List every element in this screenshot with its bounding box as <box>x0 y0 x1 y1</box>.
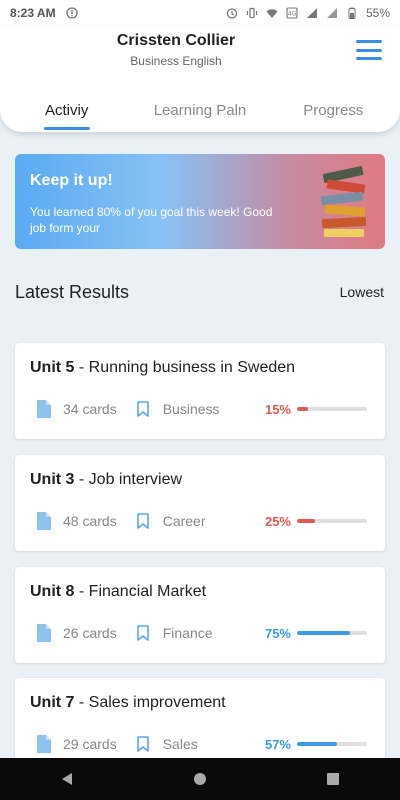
unit-name: - Financial Market <box>74 583 207 600</box>
banner-message: You learned 80% of you goal this week! G… <box>30 205 273 235</box>
result-card[interactable]: Unit 3 - Job interview 48 cards Career 2… <box>15 455 385 551</box>
progress-fill <box>297 742 337 746</box>
progress-bar <box>297 407 367 411</box>
card-meta: 26 cards Finance 75% <box>37 623 367 643</box>
profile-subtitle: Business English <box>130 54 222 68</box>
unit-label: Unit 8 <box>30 583 75 600</box>
sort-button[interactable]: Lowest <box>340 284 384 300</box>
alert-icon <box>65 7 78 19</box>
banner-title: Keep it up! <box>30 172 113 189</box>
alarm-icon <box>226 8 238 19</box>
bookmark-icon <box>136 736 149 752</box>
card-meta: 34 cards Business 15% <box>37 399 367 419</box>
vibrate-icon <box>246 7 258 19</box>
tab-progress[interactable]: Progress <box>267 96 400 132</box>
card-category: Sales <box>162 736 198 752</box>
document-icon <box>37 735 51 753</box>
unit-label: Unit 3 <box>30 471 75 488</box>
result-card[interactable]: Unit 8 - Financial Market 26 cards Finan… <box>15 567 385 663</box>
svg-text:4G: 4G <box>288 11 297 18</box>
unit-name: - Sales improvement <box>74 694 226 711</box>
unit-name: - Running business in Sweden <box>74 359 296 376</box>
signal-icon <box>306 8 317 18</box>
menu-bar <box>356 48 382 52</box>
menu-button[interactable] <box>356 40 382 60</box>
books-icon <box>320 166 367 237</box>
battery-level: 55% <box>365 6 390 20</box>
progress-percent: 75% <box>264 625 291 641</box>
recents-icon[interactable] <box>326 772 340 786</box>
motivation-banner: Keep it up! You learned 80% of you goal … <box>15 154 385 249</box>
section-title: Latest Results <box>15 282 130 302</box>
menu-bar <box>356 40 382 43</box>
bookmark-icon <box>136 401 149 417</box>
card-title: Unit 5 - Running business in Sweden <box>30 359 295 377</box>
card-category: Career <box>162 513 206 529</box>
card-meta: 48 cards Career 25% <box>37 511 367 531</box>
system-nav-bar <box>0 758 400 800</box>
card-title: Unit 8 - Financial Market <box>30 583 206 601</box>
bookmark-icon <box>136 513 149 529</box>
battery-icon <box>348 7 356 19</box>
profile-header: Crissten Collier Business English Activi… <box>0 26 400 132</box>
unit-label: Unit 7 <box>30 694 75 711</box>
progress-bar <box>297 519 367 523</box>
document-icon <box>37 512 51 530</box>
menu-bar <box>356 57 382 60</box>
card-title: Unit 7 - Sales improvement <box>30 694 226 712</box>
card-category: Business <box>162 401 220 417</box>
result-card[interactable]: Unit 5 - Running business in Sweden 34 c… <box>15 343 385 439</box>
status-time: 8:23 AM <box>10 6 56 20</box>
tab-bar: Activiy Learning Paln Progress <box>0 96 400 132</box>
data-icon: 4G <box>286 7 298 19</box>
progress-bar <box>297 742 367 746</box>
bookmark-icon <box>136 625 149 641</box>
unit-label: Unit 5 <box>30 359 75 376</box>
progress-bar <box>297 631 367 635</box>
profile-name: Crissten Collier <box>116 32 236 49</box>
wifi-icon <box>266 9 278 18</box>
document-icon <box>37 400 51 418</box>
card-category: Finance <box>162 625 213 641</box>
progress-percent: 15% <box>264 401 291 417</box>
card-count: 26 cards <box>63 625 117 641</box>
progress-fill <box>297 407 308 411</box>
progress-percent: 25% <box>264 513 291 529</box>
home-icon[interactable] <box>193 772 207 786</box>
progress-percent: 57% <box>264 736 291 752</box>
card-count: 48 cards <box>63 513 117 529</box>
progress-fill <box>297 519 315 523</box>
card-meta: 29 cards Sales 57% <box>37 734 367 754</box>
card-count: 34 cards <box>63 401 117 417</box>
card-count: 29 cards <box>63 736 117 752</box>
document-icon <box>37 624 51 642</box>
status-bar: 8:23 AM 4G 55% <box>0 0 400 26</box>
back-icon[interactable] <box>60 772 74 786</box>
tab-activity[interactable]: Activiy <box>0 96 133 132</box>
tab-learning-plan[interactable]: Learning Paln <box>133 96 266 132</box>
card-title: Unit 3 - Job interview <box>30 471 182 489</box>
unit-name: - Job interview <box>74 471 183 488</box>
progress-fill <box>297 631 350 635</box>
signal-2-icon <box>326 8 337 18</box>
